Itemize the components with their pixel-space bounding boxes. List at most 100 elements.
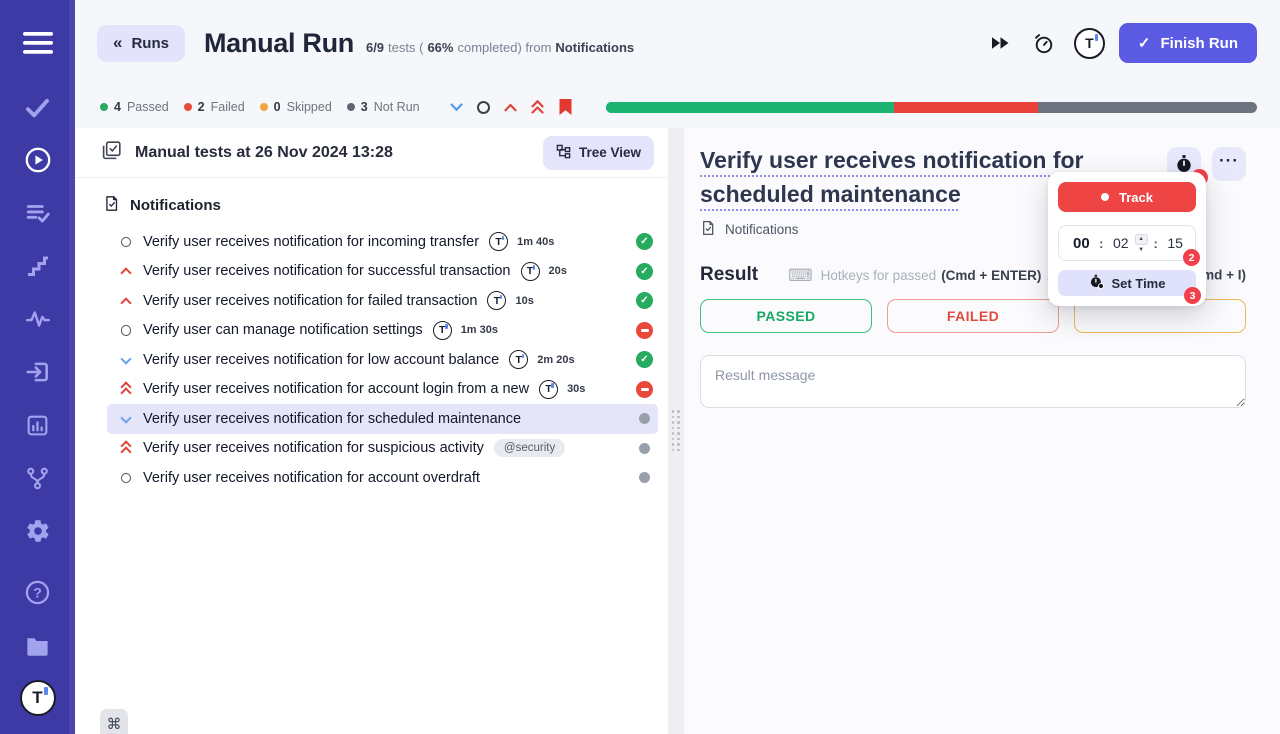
help-icon[interactable]: ? <box>21 576 55 608</box>
status-row: 4 Passed 2 Failed 0 Skipped 3 Not Run <box>75 86 1280 128</box>
priority-icon <box>119 235 134 249</box>
finish-run-button[interactable]: ✓ Finish Run <box>1118 23 1257 63</box>
track-button[interactable]: Track <box>1058 182 1196 212</box>
completed-percent: 66% <box>427 39 454 55</box>
result-heading: Result <box>700 264 759 286</box>
status-icon <box>639 442 650 454</box>
menu-icon[interactable] <box>21 27 55 59</box>
suite-header[interactable]: Notifications <box>75 178 668 227</box>
milestones-stairs-icon[interactable] <box>21 250 55 282</box>
seconds-field[interactable]: 15 <box>1167 235 1183 251</box>
passed-dot-icon <box>100 103 108 111</box>
priority-icon <box>119 412 134 426</box>
test-row[interactable]: Verify user can manage notification sett… <box>107 316 658 346</box>
test-title: Verify user receives notification for su… <box>143 440 484 457</box>
tour-step-badge: 2 <box>1183 249 1200 266</box>
legend-notrun: 3 Not Run <box>346 100 420 114</box>
projects-folder-icon[interactable] <box>21 629 55 661</box>
test-title: Verify user receives notification for su… <box>143 263 511 280</box>
import-icon[interactable] <box>21 356 55 388</box>
circle-filter-icon[interactable] <box>476 98 490 116</box>
branches-icon[interactable] <box>21 462 55 494</box>
page-title: Manual Run <box>203 27 354 58</box>
status-icon <box>639 413 650 425</box>
suite-name: Notifications <box>555 39 635 55</box>
testomat-badge-icon: T <box>489 232 509 252</box>
priority-icon <box>119 441 134 455</box>
result-message-input[interactable] <box>700 355 1246 409</box>
test-row[interactable]: Verify user receives notification for fa… <box>107 286 658 316</box>
status-icon <box>636 233 653 251</box>
hotkeys-hint: ⌨ Hotkeys for passed (Cmd + ENTER) , fai… <box>788 265 1086 285</box>
status-icon <box>636 262 653 280</box>
test-list-panel: Manual tests at 26 Nov 2024 13:28 Tree V… <box>75 128 668 734</box>
tag-badge: @security <box>493 439 566 458</box>
keyboard-icon: ⌨ <box>788 265 813 285</box>
legend-skipped: 0 Skipped <box>259 100 332 114</box>
testomat-badge-icon: T <box>487 291 507 311</box>
sidebar: ? T <box>0 0 75 734</box>
check-icon: ✓ <box>1137 35 1151 52</box>
legend-failed: 2 Failed <box>183 100 245 114</box>
chevron-down-filter-icon[interactable] <box>450 98 463 116</box>
passed-button[interactable]: PASSED <box>700 299 872 334</box>
test-title: Verify user receives notification for lo… <box>143 351 500 368</box>
status-icon <box>636 351 653 369</box>
pulse-icon[interactable] <box>21 303 55 335</box>
record-dot-icon <box>1101 193 1109 201</box>
double-chevron-left-icon: « <box>113 32 123 52</box>
test-row[interactable]: Verify user receives notification for ac… <box>107 375 658 405</box>
minutes-field[interactable]: 02 <box>1113 235 1129 251</box>
bookmark-filter-icon[interactable] <box>558 98 573 116</box>
tour-step-badge: 3 <box>1184 287 1201 304</box>
failed-button[interactable]: FAILED <box>887 299 1059 334</box>
test-plans-icon[interactable] <box>21 197 55 229</box>
analytics-chart-icon[interactable] <box>21 409 55 441</box>
fast-forward-icon[interactable] <box>990 35 1010 51</box>
stepper-up-icon[interactable]: ▲ <box>1134 233 1148 245</box>
settings-gear-icon[interactable] <box>21 515 55 547</box>
test-row[interactable]: Verify user receives notification for su… <box>107 257 658 287</box>
chevron-up-filter-icon[interactable] <box>504 98 517 116</box>
runs-play-icon[interactable] <box>21 144 55 176</box>
checklist-icon <box>101 140 122 166</box>
hours-field[interactable]: 00 <box>1073 235 1090 252</box>
stepper-down-icon[interactable]: ▼ <box>1138 247 1144 253</box>
tree-icon <box>556 144 571 162</box>
test-row-selected[interactable]: Verify user receives notification for sc… <box>107 404 658 434</box>
notrun-dot-icon <box>346 103 355 111</box>
priority-icon <box>119 471 134 485</box>
list-header: Manual tests at 26 Nov 2024 13:28 Tree V… <box>75 128 668 178</box>
breadcrumb[interactable]: Notifications <box>700 220 799 239</box>
tree-view-button[interactable]: Tree View <box>542 135 654 170</box>
skipped-dot-icon <box>259 103 268 111</box>
test-row[interactable]: Verify user receives notification for in… <box>107 227 658 257</box>
more-options-button[interactable]: ··· <box>1212 147 1246 181</box>
testomat-badge-icon: T <box>509 350 529 370</box>
hotkeys-cmd-button[interactable]: ⌘ <box>100 709 128 734</box>
status-icon <box>636 321 653 339</box>
test-row[interactable]: Verify user receives notification for lo… <box>107 345 658 375</box>
stopwatch-gear-icon <box>1089 274 1104 292</box>
testomat-logo-icon[interactable]: T <box>19 680 56 716</box>
topbar: « Runs Manual Run 6/9 tests ( 66% comple… <box>75 0 1280 86</box>
app: ? T « Runs Manual Run 6/9 tests ( 66% co… <box>0 0 1280 734</box>
panel-splitter[interactable] <box>668 128 684 734</box>
back-to-runs-button[interactable]: « Runs <box>97 24 185 62</box>
test-row[interactable]: Verify user receives notification for su… <box>107 434 658 464</box>
test-row[interactable]: Verify user receives notification for ac… <box>107 463 658 493</box>
status-icon <box>636 292 653 310</box>
test-title: Verify user receives notification for ac… <box>143 469 480 486</box>
test-duration: 1m 30s <box>460 324 498 337</box>
double-chevron-up-filter-icon[interactable] <box>531 98 544 116</box>
priority-icon <box>119 294 134 308</box>
test-duration: 20s <box>548 265 567 278</box>
back-label: Runs <box>131 34 169 52</box>
set-time-button[interactable]: Set Time 3 <box>1058 270 1201 304</box>
timer-icon[interactable] <box>1032 32 1055 55</box>
time-tracking-popup: Track 00 : 02 ▲ ▼ : 15 2 Set Time 3 <box>1048 172 1206 306</box>
tests-check-icon[interactable] <box>21 91 55 123</box>
time-input: 00 : 02 ▲ ▼ : 15 2 <box>1058 225 1200 266</box>
app-logo-icon[interactable]: T <box>1073 27 1105 59</box>
test-rows: Verify user receives notification for in… <box>75 227 668 493</box>
